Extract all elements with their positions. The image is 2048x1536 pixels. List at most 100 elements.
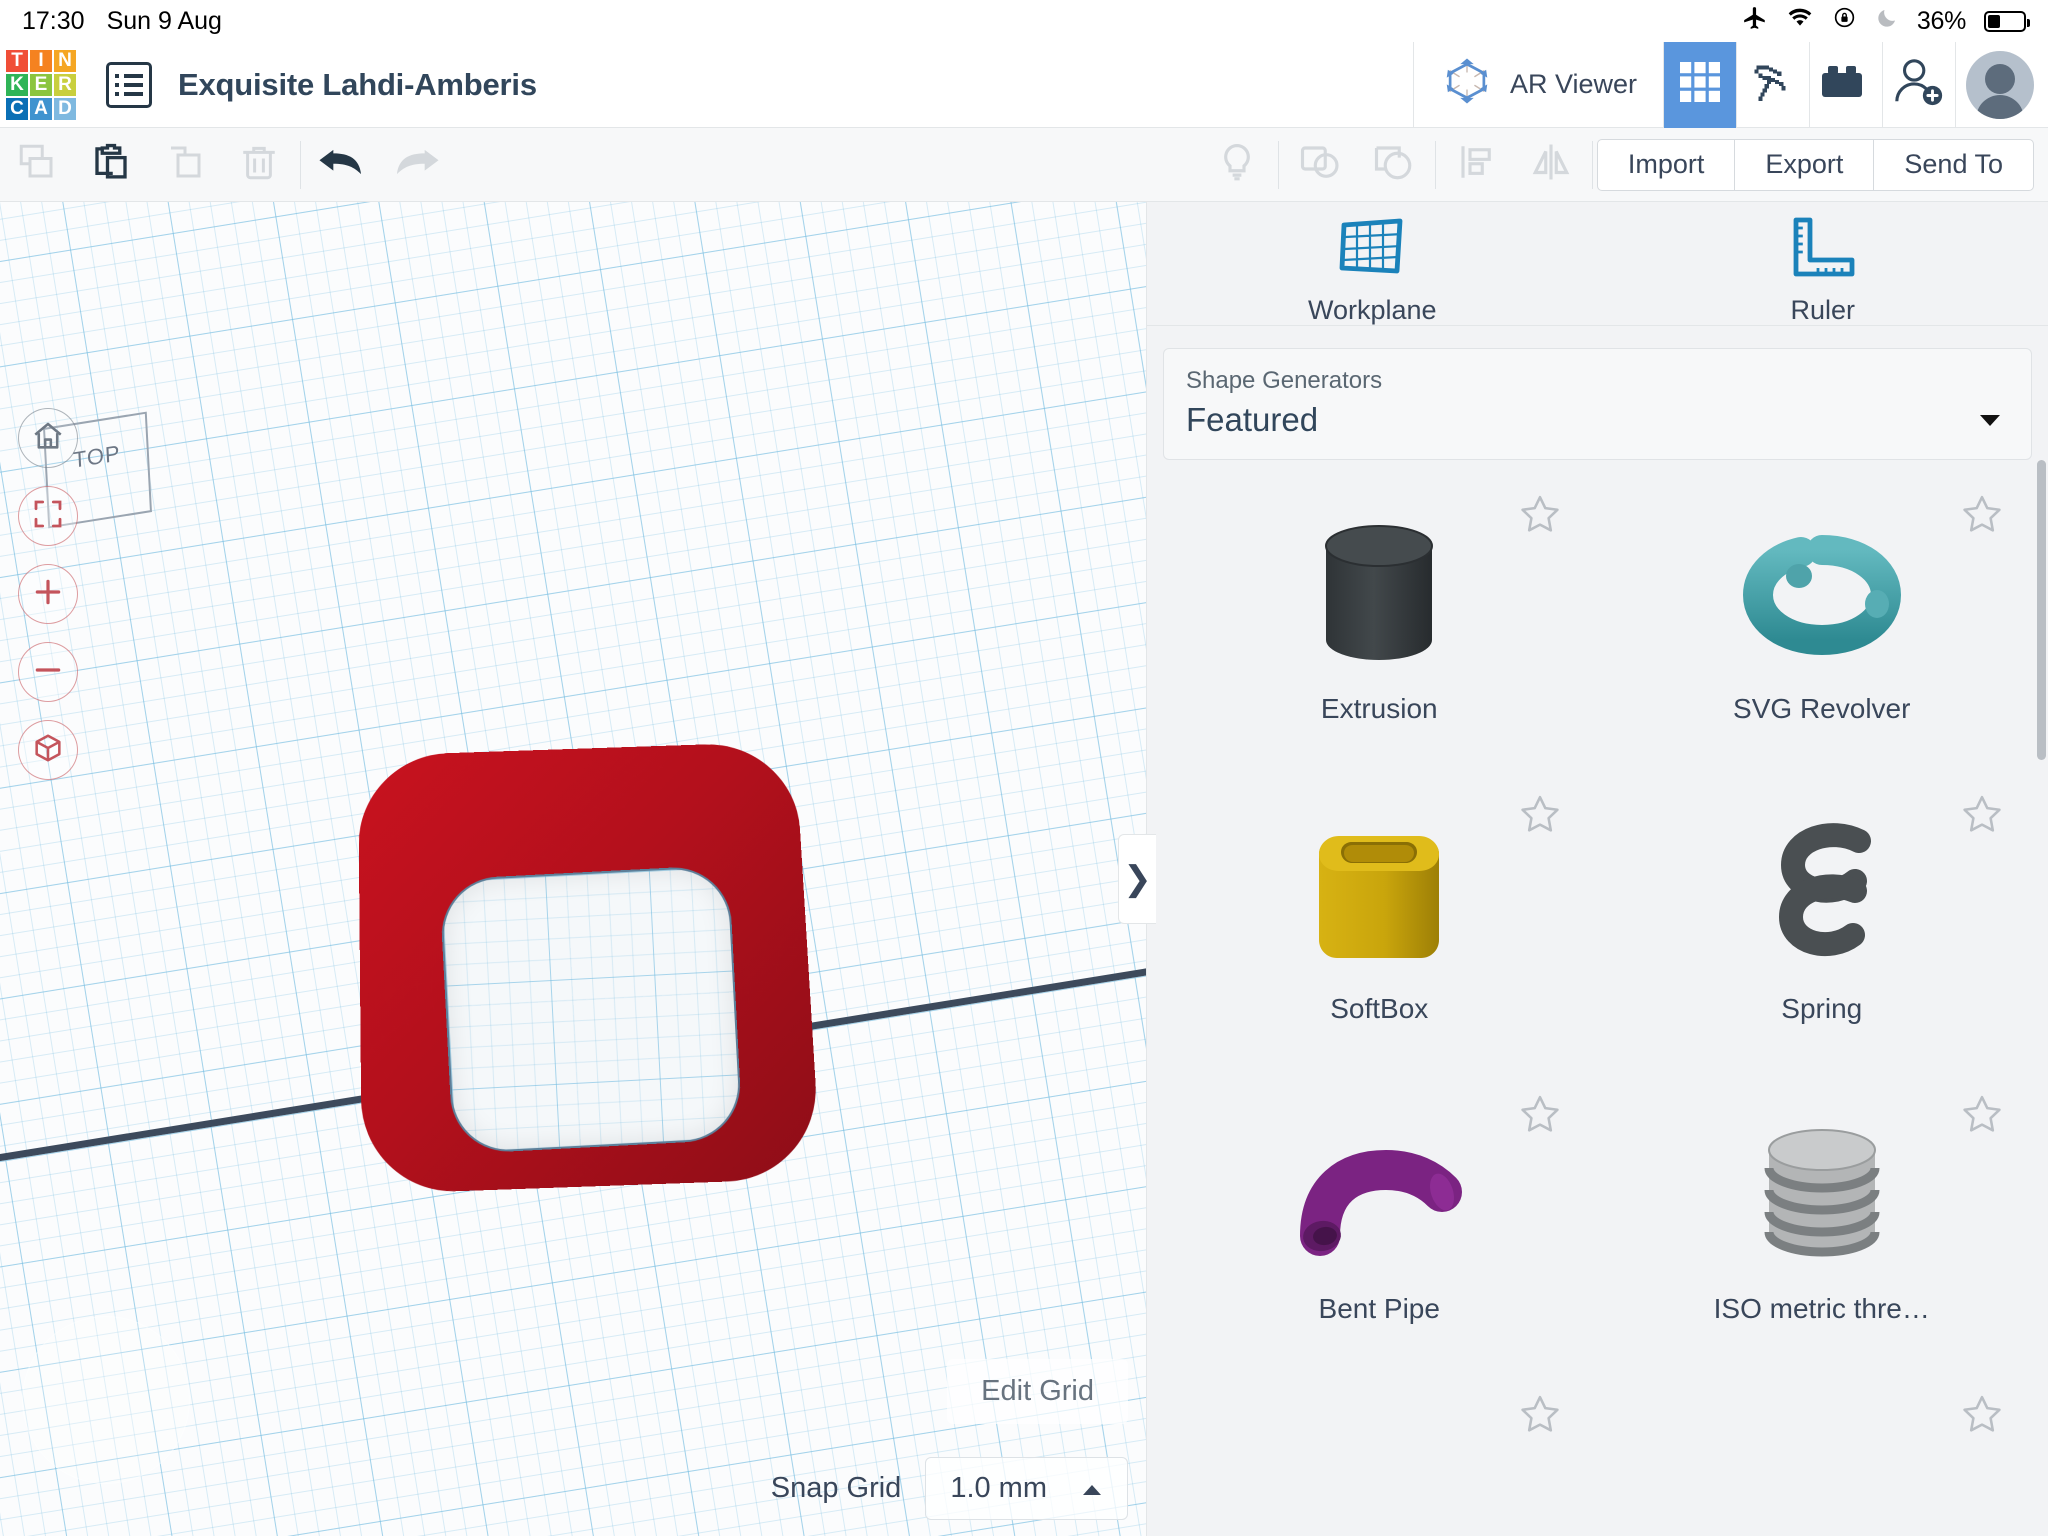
fit-all-icon [32, 498, 64, 535]
invite-people-button[interactable] [1883, 42, 1955, 128]
duplicate-icon [164, 141, 206, 188]
favorite-star-icon[interactable] [1960, 492, 2004, 541]
group-button[interactable] [1283, 128, 1357, 201]
zoom-in-button[interactable] [18, 564, 78, 624]
favorite-star-icon[interactable] [1518, 792, 1562, 841]
battery-percent: 36% [1916, 6, 1966, 35]
svg-revolver-torus-thumb [1737, 504, 1907, 689]
shape-item-spring[interactable]: Spring [1606, 786, 2039, 1086]
ruler-tool[interactable]: Ruler [1598, 216, 2048, 326]
cube-icon [32, 732, 64, 769]
paste-button[interactable] [74, 128, 148, 201]
send-to-button[interactable]: Send To [1873, 138, 2034, 191]
ortho-view-button[interactable] [18, 720, 78, 780]
export-button[interactable]: Export [1734, 138, 1875, 191]
tinkercad-logo[interactable]: T I N K E R C A D [6, 49, 76, 120]
logo-tile-e: E [30, 73, 52, 96]
minus-icon [32, 654, 64, 691]
main-area: TOP Edit Grid Snap Grid 1.0 mm ❯ Workpla… [0, 202, 2048, 1536]
snap-grid-label: Snap Grid [770, 1472, 902, 1504]
favorite-star-icon[interactable] [1518, 492, 1562, 541]
status-date: Sun 9 Aug [106, 6, 222, 35]
airplane-icon [1742, 5, 1768, 38]
favorite-star-icon[interactable] [1960, 1092, 2004, 1141]
workplane-tool[interactable]: Workplane [1147, 216, 1598, 326]
status-time: 17:30 [22, 6, 85, 35]
page-title[interactable]: Exquisite Lahdi-Amberis [178, 67, 537, 103]
light-bulb-button[interactable] [1200, 128, 1274, 201]
delete-button[interactable] [222, 128, 296, 201]
favorite-star-icon[interactable] [1518, 1392, 1562, 1441]
project-menu-button[interactable] [106, 61, 152, 108]
shape-item-softbox[interactable]: SoftBox [1163, 786, 1596, 1086]
iso-thread-thumb [1747, 1104, 1897, 1289]
chevron-down-icon [1977, 412, 2003, 433]
wifi-icon [1786, 7, 1814, 36]
logo-tile-r: R [54, 73, 76, 96]
moon-icon [1875, 6, 1899, 37]
favorite-star-icon[interactable] [1960, 792, 2004, 841]
shape-label: SVG Revolver [1733, 693, 1911, 724]
home-view-button[interactable] [18, 408, 78, 468]
ungroup-button[interactable] [1357, 128, 1431, 201]
panel-tools: Workplane Ruler [1147, 202, 2048, 326]
shape-label: ISO metric thre… [1713, 1293, 1930, 1324]
align-icon [1456, 141, 1498, 188]
orbit-pad[interactable] [22, 1316, 190, 1484]
tab-blocks-grid[interactable] [1664, 41, 1736, 128]
right-panel: Workplane Ruler Shape Generators Feature… [1146, 202, 2048, 1536]
shape-hole [439, 864, 743, 1155]
view-cube-label: TOP [72, 440, 122, 473]
favorite-star-icon[interactable] [1960, 1392, 2004, 1441]
import-button[interactable]: Import [1596, 138, 1736, 191]
delete-icon [238, 141, 280, 188]
shape-label: Extrusion [1320, 693, 1438, 724]
shape-item-next-row-left[interactable] [1163, 1386, 1596, 1536]
shape-label: Spring [1781, 993, 1863, 1024]
align-button[interactable] [1440, 128, 1514, 201]
shape-item-next-row-right[interactable] [1606, 1386, 2039, 1536]
edit-toolbar: Import Export Send To [0, 128, 2048, 202]
user-avatar-button[interactable] [1956, 42, 2048, 128]
panel-collapse-handle[interactable]: ❯ [1118, 834, 1156, 924]
shape-generators-value: Featured [1186, 401, 1319, 438]
lego-brick-icon [1820, 59, 1872, 110]
redo-button[interactable] [379, 128, 453, 201]
fit-view-button[interactable] [18, 486, 78, 546]
extrusion-cylinder-thumb [1304, 504, 1454, 689]
edit-grid-button[interactable]: Edit Grid [947, 1359, 1128, 1424]
softbox-cube-thumb [1299, 804, 1459, 989]
red-softbox-shape[interactable] [358, 741, 822, 1195]
mirror-button[interactable] [1514, 128, 1588, 201]
copy-icon [16, 141, 58, 188]
shape-item-iso-metric-thread[interactable]: ISO metric thre… [1606, 1086, 2039, 1386]
viewport-controls [18, 408, 78, 780]
undo-icon [316, 141, 368, 188]
logo-tile-i: I [30, 49, 52, 72]
logo-tile-k: K [6, 73, 28, 96]
snap-grid-select[interactable]: 1.0 mm [925, 1457, 1128, 1520]
ar-cube-icon [1440, 54, 1494, 115]
ios-status-bar: 17:30 Sun 9 Aug 36% [0, 0, 2048, 42]
shape-item-svg-revolver[interactable]: SVG Revolver [1606, 486, 2039, 786]
favorite-star-icon[interactable] [1518, 1092, 1562, 1141]
shape-item-extrusion[interactable]: Extrusion [1163, 486, 1596, 786]
panel-scrollbar[interactable] [2037, 460, 2046, 760]
tab-minecraft[interactable] [1737, 42, 1809, 128]
shape-generator-grid[interactable]: Extrusion SVG Revolver SoftBox Spring Be… [1147, 460, 2048, 1536]
tab-lego-bricks[interactable] [1810, 42, 1882, 128]
logo-tile-c: C [6, 97, 28, 120]
undo-button[interactable] [305, 128, 379, 201]
shape-generators-label: Shape Generators [1186, 367, 1383, 394]
copy-button[interactable] [0, 128, 74, 201]
shape-item-bent-pipe[interactable]: Bent Pipe [1163, 1086, 1596, 1386]
mirror-icon [1528, 141, 1574, 188]
zoom-out-button[interactable] [18, 642, 78, 702]
duplicate-button[interactable] [148, 128, 222, 201]
shape-generators-select[interactable]: Shape Generators Featured [1163, 348, 2032, 460]
ruler-icon [1790, 216, 1856, 285]
rotation-lock-icon [1832, 5, 1857, 37]
3d-viewport[interactable]: TOP Edit Grid Snap Grid 1.0 mm [0, 202, 1146, 1536]
snap-grid-control: Snap Grid 1.0 mm [771, 1457, 1128, 1520]
ar-viewer-button[interactable]: AR Viewer [1414, 42, 1663, 128]
